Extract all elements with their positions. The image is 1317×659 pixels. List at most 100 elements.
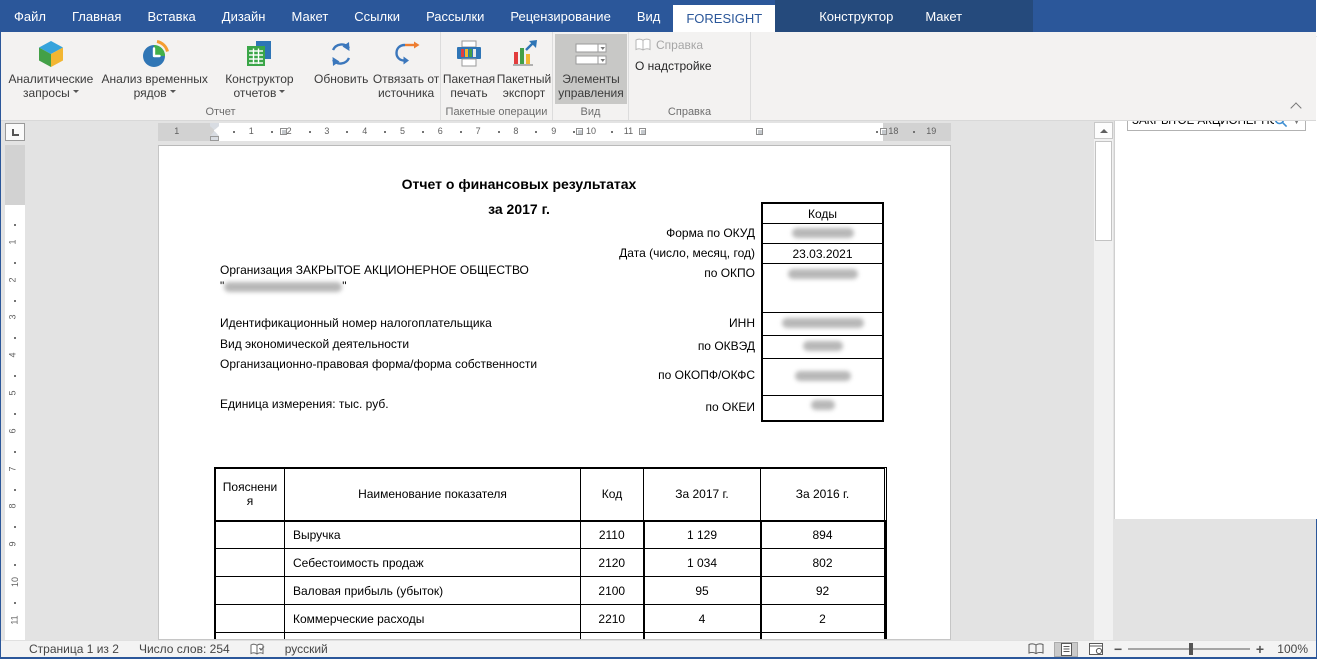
report-grid-icon xyxy=(244,36,274,72)
redacted-value xyxy=(788,269,858,279)
zoom-out-button[interactable]: − xyxy=(1114,641,1122,657)
unbind-source-button[interactable]: Отвязать от источника xyxy=(372,34,440,104)
tab-file[interactable]: Файл xyxy=(1,0,59,32)
ribbon-tab-bar: Файл Главная Вставка Дизайн Макет Ссылки… xyxy=(1,0,1316,32)
zoom-thumb[interactable] xyxy=(1189,643,1193,655)
time-series-button[interactable]: Анализ временных рядов xyxy=(101,34,209,104)
ruler-mark: 2 xyxy=(8,277,18,282)
ruler-mark: 3 xyxy=(8,315,18,320)
tab-design[interactable]: Дизайн xyxy=(209,0,279,32)
group-label-report: Отчет xyxy=(1,106,440,118)
tab-insert[interactable]: Вставка xyxy=(134,0,208,32)
tab-stop-selector[interactable] xyxy=(5,123,25,141)
control-elements-button[interactable]: Элементы управления xyxy=(555,34,627,104)
button-label: Справка xyxy=(656,38,703,52)
redacted-value xyxy=(792,228,854,238)
unit-line: Единица измерения: тыс. руб. xyxy=(220,397,389,411)
group-label-batch: Пакетные операции xyxy=(441,106,552,118)
opf-line: Организационно-правовая форма/форма собс… xyxy=(220,357,537,371)
language-indicator[interactable]: русский xyxy=(275,642,338,656)
ruler-mark xyxy=(639,128,646,135)
status-right-cluster: − + 100% xyxy=(1024,641,1308,657)
v-scrollbar[interactable] xyxy=(1094,122,1113,640)
tab-home[interactable]: Главная xyxy=(59,0,134,32)
table-header-row: Пояснения Наименование показателя Код За… xyxy=(216,469,885,521)
ruler-mark xyxy=(14,224,16,226)
help-button[interactable]: Справка xyxy=(629,34,709,55)
ruler-mark: 6 xyxy=(8,428,18,433)
label-inn: ИНН xyxy=(729,316,755,330)
ruler-mark xyxy=(14,451,16,453)
ruler-mark xyxy=(14,300,16,302)
codes-value-okopf xyxy=(763,359,883,396)
analytic-queries-button[interactable]: Аналитические запросы xyxy=(1,34,101,104)
clock-icon xyxy=(140,36,170,72)
ruler-mark xyxy=(913,131,915,133)
read-mode-button[interactable] xyxy=(1024,642,1048,657)
tab-layout[interactable]: Макет xyxy=(278,0,341,32)
dropdown-caret-icon xyxy=(73,90,79,96)
button-label: отчетов xyxy=(233,86,285,100)
tab-foresight-active[interactable]: FORESIGHT xyxy=(673,5,775,32)
dropdown-caret-icon xyxy=(170,90,176,96)
ribbon-group-batch: Пакетная печать Пакетный экспорт Пакетны xyxy=(441,32,553,120)
ruler-mark xyxy=(271,131,273,133)
about-addin-button[interactable]: О надстройке xyxy=(629,55,718,76)
button-label: источника xyxy=(378,86,434,100)
zoom-in-button[interactable]: + xyxy=(1256,641,1264,657)
batch-print-button[interactable]: Пакетная печать xyxy=(441,34,497,104)
button-label: Элементы xyxy=(562,72,620,86)
label-okpo: по ОКПО xyxy=(704,266,755,280)
codes-table: Коды 23.03.2021 xyxy=(762,203,883,421)
web-layout-button[interactable] xyxy=(1084,642,1108,657)
codes-value-date: 23.03.2021 xyxy=(763,244,883,264)
ruler-mark xyxy=(576,128,583,135)
ruler-mark: 8 xyxy=(513,126,518,136)
word-count[interactable]: Число слов: 254 xyxy=(129,642,240,656)
button-label: Анализ временных xyxy=(101,72,207,86)
scroll-up-button[interactable] xyxy=(1094,122,1113,139)
ribbon: Аналитические запросы Анализ временных р… xyxy=(1,32,1316,121)
zoom-level[interactable]: 100% xyxy=(1270,642,1308,656)
button-label: Пакетная xyxy=(443,72,495,86)
collapse-ribbon-icon[interactable] xyxy=(1290,102,1301,113)
tab-review[interactable]: Рецензирование xyxy=(497,0,623,32)
report-designer-button[interactable]: Конструктор отчетов xyxy=(209,34,311,104)
ruler-mark: 7 xyxy=(476,126,481,136)
redacted-value xyxy=(224,282,342,292)
left-indent-marker[interactable] xyxy=(210,136,219,141)
ruler-mark: 6 xyxy=(438,126,443,136)
tab-references[interactable]: Ссылки xyxy=(341,0,413,32)
label-okved: по ОКВЭД xyxy=(698,339,755,353)
document-work-area: 112345678910111819 1234567891011 Отчет о… xyxy=(1,121,1114,640)
org-name-redacted xyxy=(220,279,347,293)
ruler-mark: 11 xyxy=(10,615,20,624)
table-row: Выручка 2110 1 129 894 xyxy=(216,521,885,549)
button-label: Пакетный xyxy=(497,72,551,86)
button-label: Обновить xyxy=(314,72,368,86)
scrollbar-thumb[interactable] xyxy=(1095,141,1112,241)
page-indicator[interactable]: Страница 1 из 2 xyxy=(1,642,129,656)
chart-export-icon xyxy=(509,36,539,72)
printer-icon xyxy=(454,36,484,72)
tab-table-layout[interactable]: Макет xyxy=(909,0,978,32)
batch-export-button[interactable]: Пакетный экспорт xyxy=(497,34,551,104)
proofing-icon[interactable] xyxy=(240,643,275,656)
print-layout-button[interactable] xyxy=(1054,642,1078,657)
ruler-mark: 1 xyxy=(174,126,179,136)
header-name: Наименование показателя xyxy=(285,469,581,521)
button-label: печать xyxy=(450,86,487,100)
refresh-button[interactable]: Обновить xyxy=(310,34,372,104)
zoom-track[interactable] xyxy=(1128,648,1250,650)
document-page[interactable]: Отчет о финансовых результатах за 2017 г… xyxy=(158,145,951,640)
ruler-mark: 9 xyxy=(551,126,556,136)
ruler-mark xyxy=(346,131,348,133)
inn-line: Идентификационный номер налогоплательщик… xyxy=(220,316,492,330)
refresh-icon xyxy=(326,36,356,72)
tab-mailings[interactable]: Рассылки xyxy=(413,0,497,32)
ruler-mark xyxy=(876,131,878,133)
ruler-mark: 11 xyxy=(624,126,633,136)
button-label: экспорт xyxy=(503,86,546,100)
tab-table-design[interactable]: Конструктор xyxy=(803,0,909,32)
tab-view[interactable]: Вид xyxy=(624,0,674,32)
